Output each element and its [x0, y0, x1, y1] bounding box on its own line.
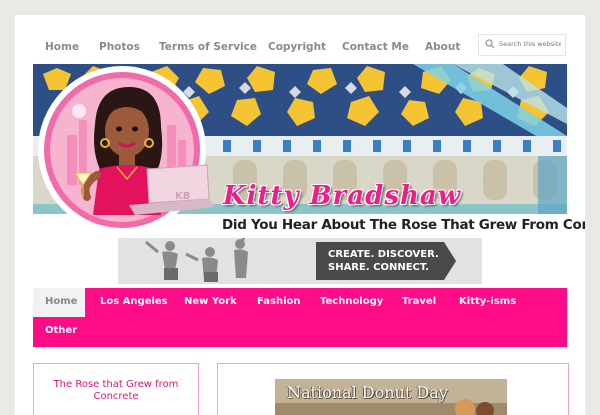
featured-post-image[interactable]: National Donut Day [275, 379, 507, 415]
ad-slogan: CREATE. DISCOVER. SHARE. CONNECT. [316, 242, 456, 280]
main-nav-kitty-isms[interactable]: Kitty-isms [459, 296, 516, 307]
top-nav-terms[interactable]: Terms of Service [159, 41, 257, 53]
page: Home Photos Terms of Service Copyright C… [15, 15, 585, 415]
top-nav-contact[interactable]: Contact Me [342, 41, 409, 53]
featured-post: National Donut Day [217, 363, 569, 415]
search-icon [485, 39, 495, 49]
main-nav-travel[interactable]: Travel [402, 296, 436, 307]
search-input[interactable] [499, 37, 561, 51]
ad-banner[interactable]: CREATE. DISCOVER. SHARE. CONNECT. [118, 238, 482, 284]
sidebar-widget-title[interactable]: The Rose that Grew from Concrete [34, 379, 198, 403]
search-box[interactable] [478, 34, 566, 56]
main-nav-home[interactable]: Home [45, 296, 77, 307]
top-nav-about[interactable]: About [425, 41, 460, 53]
main-nav-technology[interactable]: Technology [320, 296, 383, 307]
avatar-illustration [38, 66, 215, 234]
main-nav-fashion[interactable]: Fashion [257, 296, 300, 307]
main-nav: Home Los Angeles New York Fashion Techno… [33, 288, 567, 347]
featured-post-image-text: National Donut Day [287, 383, 448, 402]
main-nav-new-york[interactable]: New York [184, 296, 237, 307]
top-nav-home[interactable]: Home [45, 41, 79, 53]
ad-line-2: SHARE. CONNECT. [328, 262, 429, 273]
site-title[interactable]: Kitty Bradshaw [223, 181, 461, 211]
ad-line-1: CREATE. DISCOVER. [328, 249, 439, 260]
main-nav-other[interactable]: Other [45, 325, 77, 336]
top-nav-photos[interactable]: Photos [99, 41, 140, 53]
site-tagline: Did You Hear About The Rose That Grew Fr… [222, 217, 585, 233]
sidebar-widget: The Rose that Grew from Concrete [33, 363, 199, 415]
top-nav-copyright[interactable]: Copyright [268, 41, 326, 53]
main-nav-los-angeles[interactable]: Los Angeles [100, 296, 168, 307]
laptop-initials: KB [175, 191, 191, 202]
avatar-logo[interactable]: KB [37, 65, 217, 245]
